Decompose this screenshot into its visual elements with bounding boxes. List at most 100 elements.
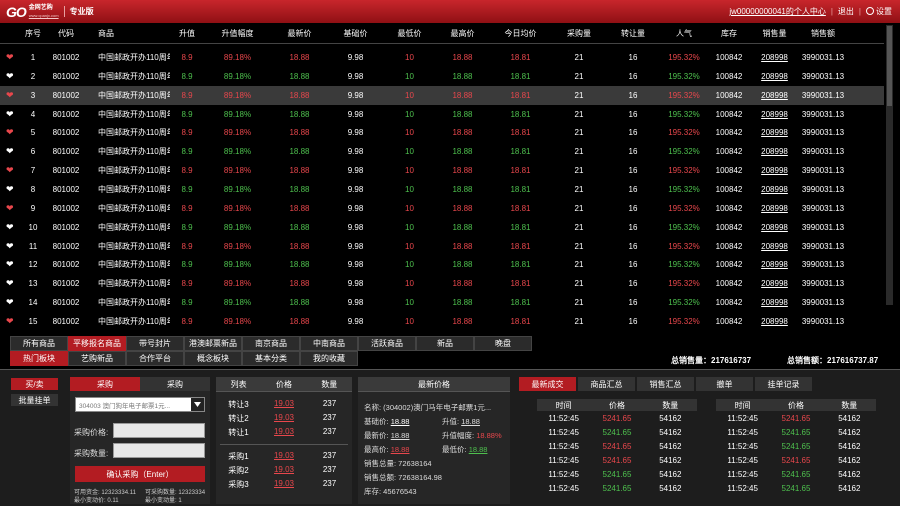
column-header[interactable]: 最新价	[271, 28, 328, 39]
confirm-purchase-button[interactable]: 确认采购（Enter）	[75, 466, 205, 482]
sell-row[interactable]: 转让1 19.03 237	[216, 427, 352, 438]
favorite-toggle[interactable]: ❤	[0, 123, 20, 142]
tab-4[interactable]: 南京商品	[242, 336, 300, 351]
tab-1[interactable]: 平移报名商品	[68, 336, 126, 351]
table-row[interactable]: ❤ 9 801002 中国邮政开办110周年... 8.9 89.18% 18.88 9.98…	[0, 199, 884, 218]
table-row[interactable]: ❤ 15 801002 中国邮政开办110周年... 8.9 89.18% 18.88 9.9…	[0, 312, 884, 331]
tab-14[interactable]: 我的收藏	[300, 351, 358, 366]
table-row[interactable]: ❤ 12 801002 中国邮政开办110周年... 8.9 89.18% 18.88 9.9…	[0, 255, 884, 274]
logout-button[interactable]: 退出	[838, 6, 854, 17]
table-row[interactable]: ❤ 14 801002 中国邮政开办110周年... 8.9 89.18% 18.88 9.9…	[0, 293, 884, 312]
favorite-toggle[interactable]: ❤	[0, 105, 20, 124]
favorite-toggle[interactable]: ❤	[0, 199, 20, 218]
table-row[interactable]: ❤ 7 801002 中国邮政开办110周年... 8.9 89.18% 18.88 9.98…	[0, 161, 884, 180]
table-row[interactable]: ❤ 13 801002 中国邮政开办110周年... 8.9 89.18% 18.88 9.9…	[0, 274, 884, 293]
favorite-toggle[interactable]: ❤	[0, 237, 20, 256]
deals-tab-0[interactable]: 最新成交	[519, 377, 576, 391]
tab-7[interactable]: 新品	[416, 336, 474, 351]
deals-tab-2[interactable]: 销售汇总	[637, 377, 694, 391]
tab-5[interactable]: 中南商品	[300, 336, 358, 351]
column-header[interactable]: 库存	[708, 28, 750, 39]
column-header[interactable]: 采购量	[552, 28, 606, 39]
tab-purchase[interactable]: 采购	[70, 377, 140, 391]
tab-3[interactable]: 港澳邮票新品	[184, 336, 242, 351]
cell-sold[interactable]: 208998	[750, 204, 799, 213]
table-row[interactable]: ❤ 2 801002 中国邮政开办110周年... 8.9 89.18% 18.88 9.98…	[0, 67, 884, 86]
column-header[interactable]: 升值	[170, 28, 204, 39]
batch-order-button[interactable]: 批量挂单	[11, 394, 58, 406]
tab-13[interactable]: 基本分类	[242, 351, 300, 366]
favorite-toggle[interactable]: ❤	[0, 255, 20, 274]
table-row[interactable]: ❤ 10 801002 中国邮政开办110周年... 8.9 89.18% 18.88 9.9…	[0, 218, 884, 237]
tab-0[interactable]: 所有商品	[10, 336, 68, 351]
cell-sold[interactable]: 208998	[750, 260, 799, 269]
column-header[interactable]: 序号	[20, 28, 46, 39]
cell-sold[interactable]: 208998	[750, 72, 799, 81]
column-header[interactable]: 最高价	[436, 28, 489, 39]
column-header[interactable]: 基础价	[328, 28, 383, 39]
column-header[interactable]: 今日均价	[489, 28, 552, 39]
favorite-toggle[interactable]: ❤	[0, 312, 20, 331]
cell-sold[interactable]: 208998	[750, 110, 799, 119]
favorite-toggle[interactable]: ❤	[0, 67, 20, 86]
column-header[interactable]: 销售量	[750, 28, 799, 39]
buy-sell-button[interactable]: 买/卖	[11, 378, 58, 390]
tab-12[interactable]: 概念板块	[184, 351, 242, 366]
tab-9[interactable]: 热门板块	[10, 351, 68, 366]
table-row[interactable]: ❤ 3 801002 中国邮政开办110周年... 8.9 89.18% 18.88 9.98…	[0, 85, 884, 105]
chevron-down-icon[interactable]	[191, 398, 204, 411]
deals-tab-4[interactable]: 挂单记录	[755, 377, 812, 391]
column-header[interactable]: 最低价	[383, 28, 436, 39]
column-header[interactable]: 代码	[46, 28, 86, 39]
sell-row[interactable]: 转让2 19.03 237	[216, 413, 352, 424]
table-row[interactable]: ❤ 11 801002 中国邮政开办110周年... 8.9 89.18% 18.88 9.9…	[0, 237, 884, 256]
column-header[interactable]: 人气	[660, 28, 708, 39]
buy-row[interactable]: 采购1 19.03 237	[216, 451, 352, 462]
buy-row[interactable]: 采购2 19.03 237	[216, 465, 352, 476]
user-center-link[interactable]: jw00000000041的个人中心	[729, 6, 826, 17]
table-scrollbar[interactable]	[886, 25, 893, 305]
favorite-toggle[interactable]: ❤	[0, 218, 20, 237]
cell-sold[interactable]: 208998	[750, 147, 799, 156]
table-row[interactable]: ❤ 4 801002 中国邮政开办110周年... 8.9 89.18% 18.88 9.98…	[0, 105, 884, 124]
favorite-toggle[interactable]: ❤	[0, 274, 20, 293]
tab-8[interactable]: 晚盘	[474, 336, 532, 351]
cell-sold[interactable]: 208998	[750, 279, 799, 288]
sell-row[interactable]: 转让3 19.03 237	[216, 399, 352, 410]
table-row[interactable]: ❤ 1 801002 中国邮政开办110周年... 8.9 89.18% 18.88 9.98…	[0, 48, 884, 67]
cell-sold[interactable]: 208998	[750, 298, 799, 307]
tab-2[interactable]: 带号封片	[126, 336, 184, 351]
settings-button[interactable]: 设置	[866, 6, 892, 17]
cell-sold[interactable]: 208998	[750, 223, 799, 232]
cell-sold[interactable]: 208998	[750, 91, 799, 100]
cell-sold[interactable]: 208998	[750, 128, 799, 137]
table-row[interactable]: ❤ 8 801002 中国邮政开办110周年... 8.9 89.18% 18.88 9.98…	[0, 180, 884, 199]
scrollbar-thumb[interactable]	[887, 26, 892, 106]
favorite-toggle[interactable]: ❤	[0, 86, 20, 105]
cell-sold[interactable]: 208998	[750, 53, 799, 62]
favorite-toggle[interactable]: ❤	[0, 142, 20, 161]
table-row[interactable]: ❤ 6 801002 中国邮政开办110周年... 8.9 89.18% 18.88 9.98…	[0, 142, 884, 161]
column-header[interactable]: 转让量	[606, 28, 660, 39]
favorite-toggle[interactable]: ❤	[0, 180, 20, 199]
tab-6[interactable]: 活跃商品	[358, 336, 416, 351]
tab-purchase-2[interactable]: 采购	[140, 377, 210, 391]
buy-row[interactable]: 采购3 19.03 237	[216, 479, 352, 490]
quantity-input[interactable]	[113, 443, 205, 458]
favorite-toggle[interactable]: ❤	[0, 293, 20, 312]
cell-sold[interactable]: 208998	[750, 166, 799, 175]
column-header[interactable]: 升值幅度	[204, 28, 271, 39]
tab-10[interactable]: 艺购新品	[68, 351, 126, 366]
deals-tab-1[interactable]: 商品汇总	[578, 377, 635, 391]
column-header[interactable]: 销售额	[799, 28, 847, 39]
tab-11[interactable]: 合作平台	[126, 351, 184, 366]
deals-tab-3[interactable]: 撤单	[696, 377, 753, 391]
price-input[interactable]	[113, 423, 205, 438]
cell-sold[interactable]: 208998	[750, 185, 799, 194]
cell-sold[interactable]: 208998	[750, 242, 799, 251]
cell-sold[interactable]: 208998	[750, 317, 799, 326]
favorite-toggle[interactable]: ❤	[0, 48, 20, 67]
table-row[interactable]: ❤ 5 801002 中国邮政开办110周年... 8.9 89.18% 18.88 9.98…	[0, 123, 884, 142]
favorite-toggle[interactable]: ❤	[0, 161, 20, 180]
column-header[interactable]: 商品	[86, 28, 170, 39]
